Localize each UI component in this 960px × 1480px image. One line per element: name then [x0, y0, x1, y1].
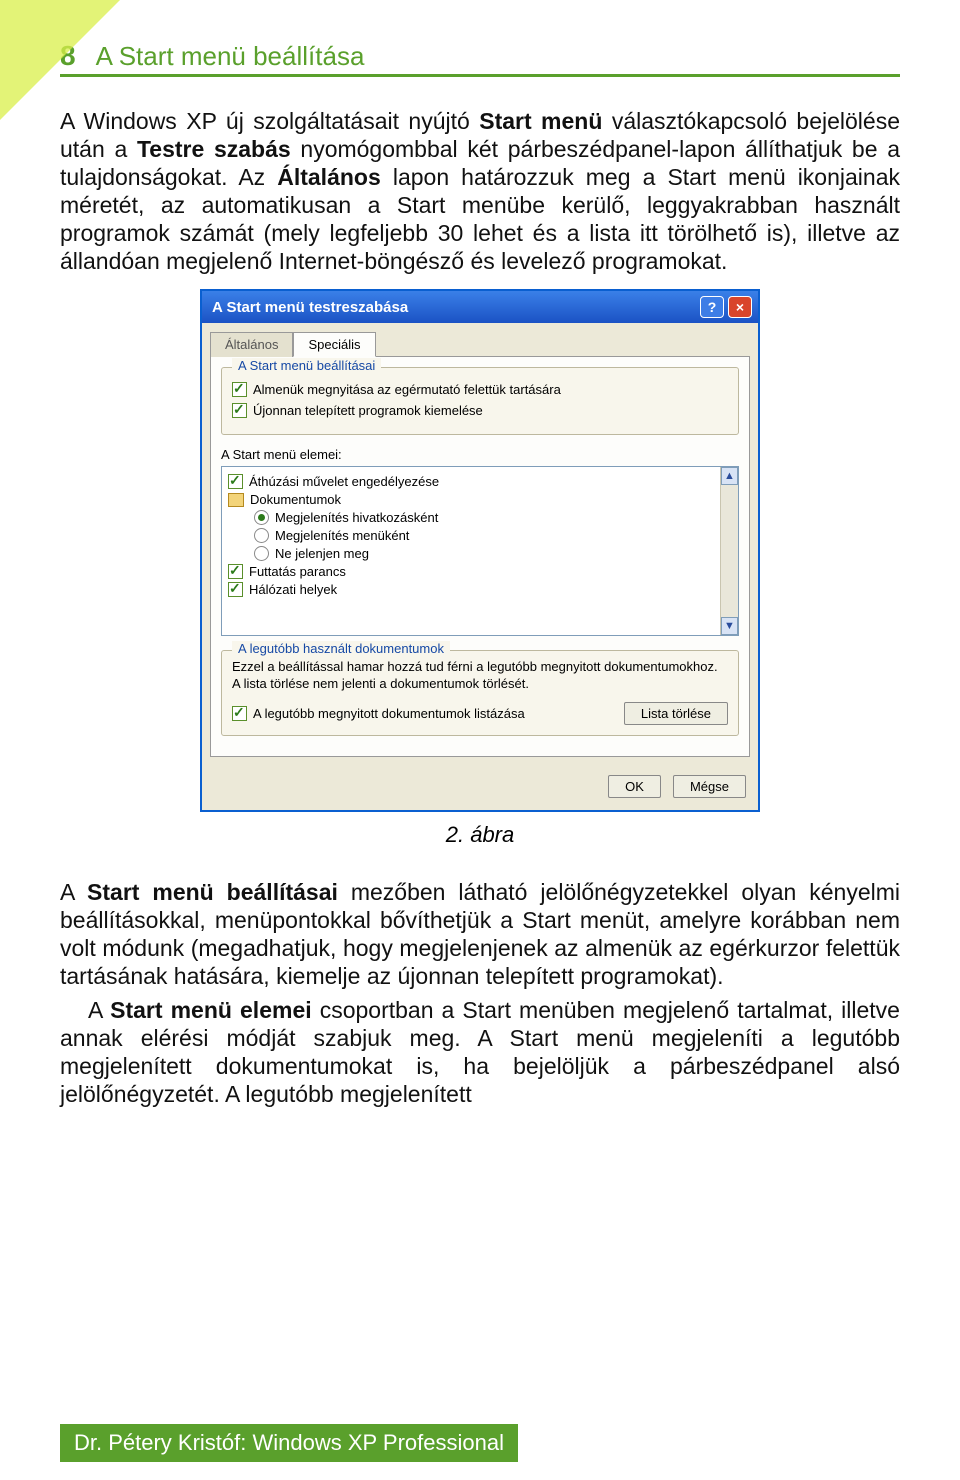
scroll-down-button[interactable]: ▼ [721, 617, 738, 635]
dialog-title: A Start menü testreszabása [212, 299, 408, 316]
bold-settings-field: Start menü beállításai [87, 879, 338, 905]
ok-button[interactable]: OK [608, 775, 661, 798]
checkbox-list-recent[interactable] [232, 706, 247, 721]
checkbox-label: Újonnan telepített programok kiemelése [253, 403, 483, 418]
text: A [88, 997, 110, 1023]
list-item-label: Hálózati helyek [249, 582, 337, 597]
help-button[interactable]: ? [700, 296, 724, 318]
clear-list-button[interactable]: Lista törlése [624, 702, 728, 725]
page-header: 8 A Start menü beállítása [60, 40, 900, 77]
group-description: Ezzel a beállítással hamar hozzá tud fér… [232, 659, 728, 692]
tab-special[interactable]: Speciális [293, 332, 375, 357]
radio-label: Megjelenítés menüként [275, 528, 409, 543]
radio-label: Ne jelenjen meg [275, 546, 369, 561]
group-title: A Start menü beállításai [232, 358, 381, 373]
checkbox-submenu-hover[interactable] [232, 382, 247, 397]
list-item-label: Futtatás parancs [249, 564, 346, 579]
radio-display-menu[interactable] [254, 528, 269, 543]
dialog-titlebar: A Start menü testreszabása ? × [202, 291, 758, 323]
intro-paragraph: A Windows XP új szolgáltatásait nyújtó S… [60, 107, 900, 275]
page-header-title: A Start menü beállítása [96, 41, 365, 72]
group-title: A legutóbb használt dokumentumok [232, 641, 450, 656]
elements-label: A Start menü elemei: [221, 447, 739, 462]
start-menu-customize-dialog: A Start menü testreszabása ? × Általános… [200, 289, 760, 812]
page-footer: Dr. Pétery Kristóf: Windows XP Professio… [60, 1424, 518, 1462]
dialog-tabs: Általános Speciális [202, 323, 758, 356]
folder-icon [228, 493, 244, 507]
figure-caption: 2. ábra [60, 822, 900, 848]
checkbox-label: A legutóbb megnyitott dokumentumok listá… [253, 706, 525, 721]
group-start-menu-settings: A Start menü beállításai Almenük megnyit… [221, 367, 739, 435]
bold-start-menu: Start menü [479, 108, 602, 134]
close-button[interactable]: × [728, 296, 752, 318]
checkbox-label: Almenük megnyitása az egérmutató felettü… [253, 382, 561, 397]
bold-elements-group: Start menü elemei [110, 997, 311, 1023]
group-recent-documents: A legutóbb használt dokumentumok Ezzel a… [221, 650, 739, 736]
checkbox-drag-enable[interactable] [228, 474, 243, 489]
radio-display-link[interactable] [254, 510, 269, 525]
after-paragraphs: A Start menü beállításai mezőben látható… [60, 878, 900, 1108]
list-scrollbar[interactable]: ▲ ▼ [720, 467, 738, 635]
list-item-label: Dokumentumok [250, 492, 341, 507]
radio-label: Megjelenítés hivatkozásként [275, 510, 438, 525]
dialog-footer-buttons: OK Mégse [202, 765, 758, 810]
scroll-up-button[interactable]: ▲ [721, 467, 738, 485]
text: A Windows XP új szolgáltatásait nyújtó [60, 108, 479, 134]
tab-general[interactable]: Általános [210, 332, 293, 357]
checkbox-highlight-new[interactable] [232, 403, 247, 418]
bold-testre-szabas: Testre szabás [137, 136, 291, 162]
dialog-panel: A Start menü beállításai Almenük megnyit… [210, 356, 750, 757]
text: A [60, 879, 87, 905]
checkbox-network-places[interactable] [228, 582, 243, 597]
radio-display-none[interactable] [254, 546, 269, 561]
bold-altalanos: Általános [277, 164, 381, 190]
page-corner-decoration [0, 0, 120, 120]
start-menu-elements-list[interactable]: Áthúzási művelet engedélyezése Dokumentu… [221, 466, 739, 636]
list-item-label: Áthúzási művelet engedélyezése [249, 474, 439, 489]
checkbox-run-command[interactable] [228, 564, 243, 579]
cancel-button[interactable]: Mégse [673, 775, 746, 798]
